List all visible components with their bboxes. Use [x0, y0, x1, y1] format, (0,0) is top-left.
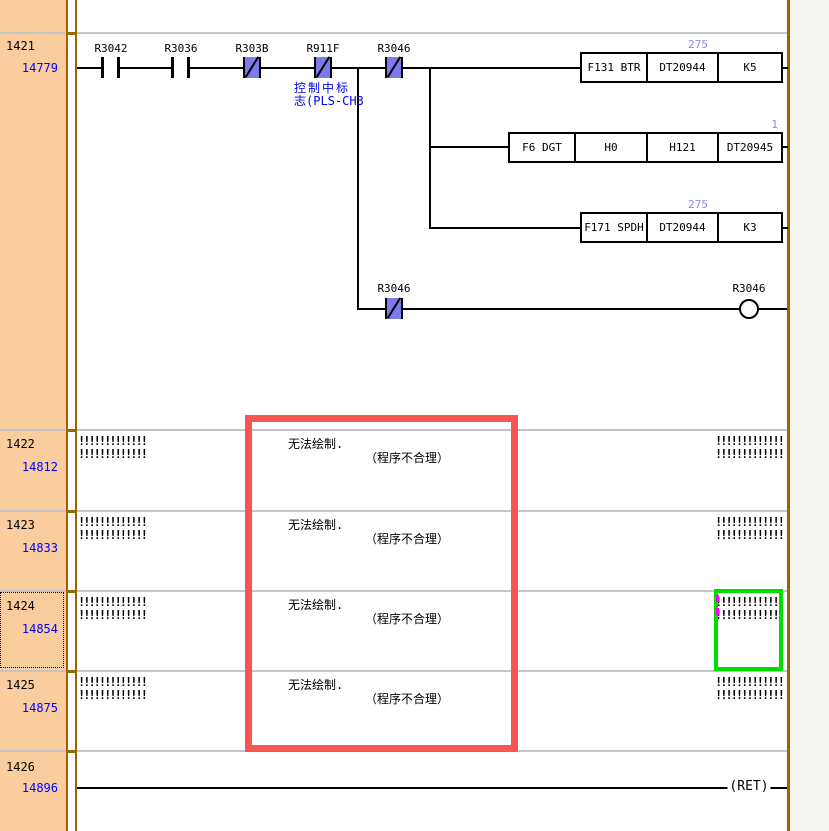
right-power-rail: [787, 0, 790, 831]
step-number[interactable]: 14779: [0, 61, 58, 75]
continuation-marks: !!!!!!!!!!!!!: [78, 608, 146, 622]
block-cell: DT20944: [648, 54, 719, 81]
error-highlight-box: [245, 415, 518, 752]
monitor-value: 1: [728, 118, 778, 131]
instruction-block[interactable]: F6 DGT H0 H121 DT20945: [508, 132, 783, 163]
block-cell: F171 SPDH: [582, 214, 648, 241]
continuation-marks: !!!!!!!!!!!!!: [78, 434, 146, 448]
rung-number[interactable]: 1425: [6, 678, 35, 692]
selection-highlight-box: [714, 589, 783, 671]
rail-tick: [66, 670, 77, 673]
no-contact[interactable]: [171, 57, 190, 78]
coil-label: R3046: [732, 282, 765, 295]
block-cell: DT20944: [648, 214, 719, 241]
contact-label: R911F: [306, 42, 339, 55]
monitor-value: 275: [658, 38, 708, 51]
step-number[interactable]: 14833: [0, 541, 58, 555]
nc-slash-icon: [387, 297, 401, 318]
instruction-block[interactable]: F131 BTR DT20944 K5: [580, 52, 783, 83]
step-number[interactable]: 14875: [0, 701, 58, 715]
rung-number[interactable]: 1421: [6, 39, 35, 53]
continuation-marks: !!!!!!!!!!!!!: [715, 434, 783, 448]
continuation-marks: !!!!!!!!!!!!!: [78, 688, 146, 702]
rail-tick: [66, 590, 77, 593]
output-coil[interactable]: [739, 299, 759, 319]
row-separator: [0, 32, 787, 34]
nc-contact[interactable]: [385, 298, 403, 319]
rung-wire: [77, 787, 787, 789]
selected-rung-header-outline: [0, 592, 64, 668]
block-cell: DT20945: [719, 134, 781, 161]
nc-slash-icon: [316, 56, 330, 77]
rail-tick: [66, 32, 77, 35]
continuation-marks: !!!!!!!!!!!!!: [78, 528, 146, 542]
block-cell: K3: [719, 214, 781, 241]
continuation-marks: !!!!!!!!!!!!!: [715, 528, 783, 542]
branch-wire: [429, 146, 510, 148]
cursor-mark: [716, 608, 719, 615]
rail-tick: [66, 429, 77, 432]
contact-label: R3036: [164, 42, 197, 55]
continuation-marks: !!!!!!!!!!!!!: [78, 595, 146, 609]
instruction-block[interactable]: F171 SPDH DT20944 K3: [580, 212, 783, 243]
continuation-marks: !!!!!!!!!!!!!: [715, 515, 783, 529]
no-contact[interactable]: [101, 57, 120, 78]
block-cell: K5: [719, 54, 781, 81]
continuation-marks: !!!!!!!!!!!!!: [715, 688, 783, 702]
block-cell: F131 BTR: [582, 54, 648, 81]
header-border-rail: [66, 0, 68, 831]
nc-slash-icon: [245, 56, 259, 77]
ret-coil[interactable]: (RET): [727, 779, 770, 794]
block-cell: F6 DGT: [510, 134, 576, 161]
cursor-mark: [716, 595, 719, 602]
relay-comment-line2: 志(PLS-CH3: [294, 95, 364, 107]
rung-number[interactable]: 1422: [6, 437, 35, 451]
nc-contact[interactable]: [385, 57, 403, 78]
rung-wire: [357, 308, 787, 310]
contact-label: R3046: [377, 282, 410, 295]
right-margin: [790, 0, 829, 831]
nc-slash-icon: [387, 56, 401, 77]
rail-tick: [66, 750, 77, 753]
continuation-marks: !!!!!!!!!!!!!: [78, 515, 146, 529]
nc-contact[interactable]: [243, 57, 261, 78]
step-number[interactable]: 14896: [0, 781, 58, 795]
left-power-rail: [75, 0, 77, 831]
contact-label: R3042: [94, 42, 127, 55]
block-cell: H0: [576, 134, 648, 161]
block-cell: H121: [648, 134, 719, 161]
branch-wire: [429, 227, 582, 229]
continuation-marks: !!!!!!!!!!!!!: [715, 675, 783, 689]
continuation-marks: !!!!!!!!!!!!!: [78, 447, 146, 461]
contact-label: R303B: [235, 42, 268, 55]
ladder-editor-view: 1421 14779 1422 14812 1423 14833 1424 14…: [0, 0, 829, 831]
monitor-value: 275: [658, 198, 708, 211]
step-number[interactable]: 14812: [0, 460, 58, 474]
rung-number[interactable]: 1426: [6, 760, 35, 774]
rung-number[interactable]: 1423: [6, 518, 35, 532]
contact-label: R3046: [377, 42, 410, 55]
relay-comment-line1: 控制中标: [294, 82, 350, 94]
continuation-marks: !!!!!!!!!!!!!: [715, 447, 783, 461]
nc-contact[interactable]: [314, 57, 332, 78]
rail-tick: [66, 510, 77, 513]
continuation-marks: !!!!!!!!!!!!!: [78, 675, 146, 689]
